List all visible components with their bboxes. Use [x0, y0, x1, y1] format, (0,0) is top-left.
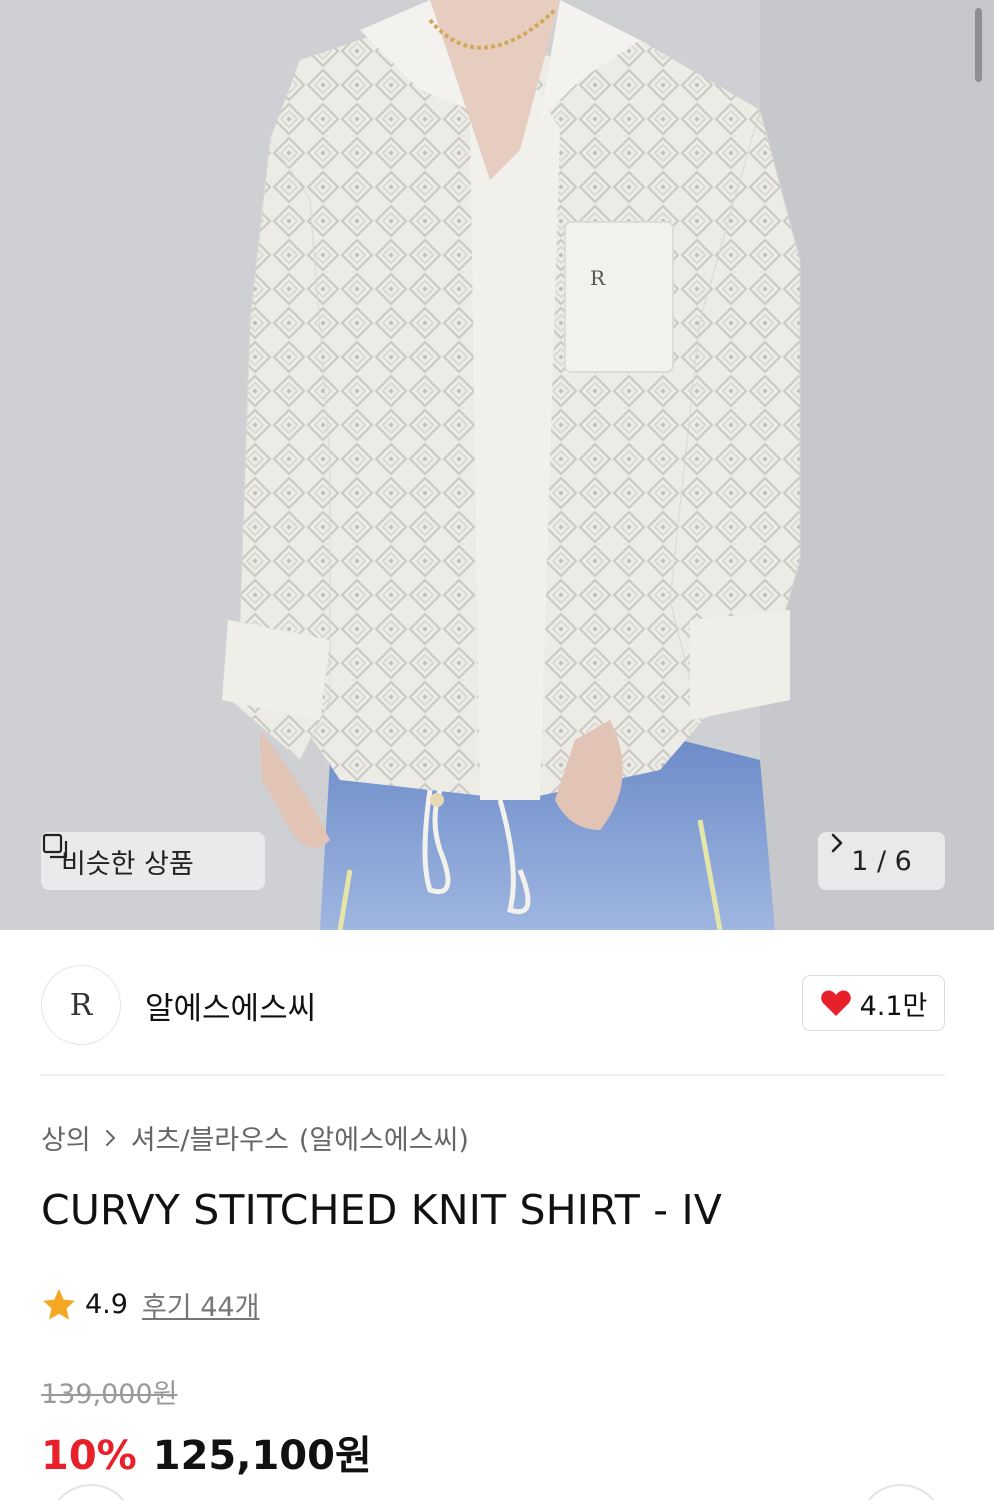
- similar-products-label: 비슷한 상품: [61, 848, 194, 880]
- breadcrumb-category-sub[interactable]: 셔츠/블라우스: [131, 1118, 289, 1157]
- product-page: R 비슷한 상품 1 / 6 R 알에스에스씨 4.1만 상의 셔츠/블라우스 …: [0, 0, 994, 1500]
- coupon-button[interactable]: [48, 1484, 134, 1500]
- svg-text:R: R: [590, 266, 606, 290]
- original-price: 139,000원: [41, 1379, 178, 1410]
- sale-price: 125,100원: [152, 1433, 372, 1479]
- rating-score: 4.9: [85, 1289, 128, 1320]
- like-button[interactable]: 4.1만: [802, 975, 945, 1031]
- sale-price-row: 10% 125,100원: [41, 1423, 372, 1481]
- reviews-link[interactable]: 후기 44개: [142, 1285, 259, 1324]
- discount-rate: 10%: [41, 1433, 137, 1479]
- scrollbar[interactable]: [975, 8, 982, 82]
- divider: [41, 1074, 945, 1076]
- chevron-right-icon: [831, 833, 843, 853]
- breadcrumb-category-top[interactable]: 상의: [41, 1118, 91, 1157]
- product-title: CURVY STITCHED KNIT SHIRT - IV: [41, 1186, 722, 1234]
- page-indicator: 1 / 6: [851, 845, 912, 877]
- rating-row: 4.9 후기 44개: [41, 1285, 259, 1324]
- breadcrumb: 상의 셔츠/블라우스 (알에스에스씨): [41, 1118, 469, 1157]
- brand-name-link[interactable]: 알에스에스씨: [145, 983, 316, 1028]
- breadcrumb-brand[interactable]: (알에스에스씨): [299, 1118, 469, 1157]
- star-icon: [43, 1288, 75, 1320]
- product-photo: R: [0, 0, 994, 930]
- brand-logo[interactable]: R: [41, 965, 121, 1045]
- similar-products-button[interactable]: 비슷한 상품: [41, 832, 265, 890]
- copy-icon: [42, 833, 68, 859]
- brand-row: R 알에스에스씨 4.1만: [41, 965, 945, 1045]
- image-pager-button[interactable]: 1 / 6: [818, 832, 945, 890]
- product-image[interactable]: R 비슷한 상품 1 / 6: [0, 0, 994, 930]
- like-count: 4.1만: [859, 990, 928, 1022]
- brand-logo-mark: R: [69, 987, 93, 1023]
- share-button[interactable]: [858, 1484, 944, 1500]
- chevron-right-icon: [105, 1129, 116, 1146]
- heart-icon: [820, 990, 851, 1016]
